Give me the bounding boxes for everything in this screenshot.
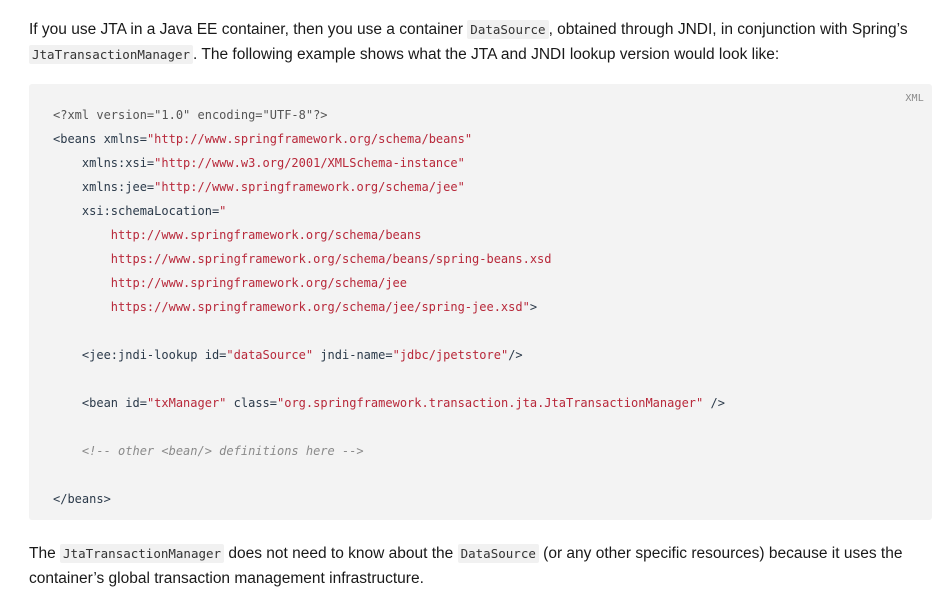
code-line-6: http://www.springframework.org/schema/be…: [53, 223, 725, 247]
code-line-3: xmlns:xsi="http://www.w3.org/2001/XMLSch…: [53, 151, 725, 175]
code-line-15: <!-- other <bean/> definitions here -->: [53, 439, 725, 463]
jndi-id-value: "dataSource": [226, 348, 314, 362]
schema-beans-url: http://www.springframework.org/schema/be…: [53, 228, 422, 242]
bean-id-attr: id=: [118, 396, 147, 410]
bean-class-attr: class=: [226, 396, 277, 410]
beans-close-tag: </beans>: [53, 492, 111, 506]
intro-text-1: If you use JTA in a Java EE container, t…: [29, 21, 468, 38]
xml-declaration: <?xml version="1.0" encoding="UTF-8"?>: [53, 108, 328, 122]
outro-text-2: does not need to know about the: [224, 545, 458, 562]
intro-text-3: . The following example shows what the J…: [193, 46, 780, 63]
documentation-page: If you use JTA in a Java EE container, t…: [0, 0, 949, 595]
inline-code-jtatransactionmanager: JtaTransactionManager: [29, 45, 194, 64]
code-line-4: xmlns:jee="http://www.springframework.or…: [53, 175, 725, 199]
xmlns-attr: xmlns=: [96, 132, 147, 146]
xmlns-value: "http://www.springframework.org/schema/b…: [146, 132, 473, 146]
code-line-11: <jee:jndi-lookup id="dataSource" jndi-na…: [53, 343, 725, 367]
schema-jee-url: http://www.springframework.org/schema/je…: [53, 276, 408, 290]
code-line-1: <?xml version="1.0" encoding="UTF-8"?>: [53, 103, 725, 127]
jndi-name-attr: jndi-name=: [313, 348, 393, 362]
code-line-8: http://www.springframework.org/schema/je…: [53, 271, 725, 295]
xml-comment: <!-- other <bean/> definitions here -->: [53, 444, 364, 458]
inline-code-datasource: DataSource: [467, 20, 549, 39]
xml-code-block[interactable]: XML <?xml version="1.0" encoding="UTF-8"…: [29, 84, 932, 520]
xmlns-xsi-value: "http://www.w3.org/2001/XMLSchema-instan…: [154, 156, 465, 170]
schema-location-attr: xsi:schemaLocation=: [53, 204, 220, 218]
code-line-13: <bean id="txManager" class="org.springfr…: [53, 391, 725, 415]
outro-text-1: The: [29, 545, 61, 562]
code-line-9: https://www.springframework.org/schema/j…: [53, 295, 725, 319]
inline-code-datasource-2: DataSource: [457, 544, 539, 563]
bean-tag: <bean: [53, 396, 119, 410]
schema-beans-xsd-url: https://www.springframework.org/schema/b…: [53, 252, 552, 266]
xmlns-xsi-attr: xmlns:xsi=: [53, 156, 155, 170]
code-language-label: XML: [905, 93, 924, 104]
xmlns-jee-value: "http://www.springframework.org/schema/j…: [154, 180, 465, 194]
code-line-5: xsi:schemaLocation=": [53, 199, 725, 223]
intro-text-2: , obtained through JNDI, in conjunction …: [548, 21, 908, 38]
jndi-lookup-tag: <jee:jndi-lookup: [53, 348, 198, 362]
code-line-2: <beans xmlns="http://www.springframework…: [53, 127, 725, 151]
beans-open-tag-close: >: [529, 300, 538, 314]
schema-location-open-quote: ": [219, 204, 227, 218]
bean-id-value: "txManager": [146, 396, 227, 410]
code-line-7: https://www.springframework.org/schema/b…: [53, 247, 725, 271]
bean-class-value: "org.springframework.transaction.jta.Jta…: [277, 396, 704, 410]
xml-code[interactable]: <?xml version="1.0" encoding="UTF-8"?> <b…: [53, 103, 725, 511]
jndi-lookup-tag-end: />: [508, 348, 523, 362]
code-line-17: </beans>: [53, 487, 725, 511]
jndi-name-value: "jdbc/jpetstore": [392, 348, 509, 362]
outro-paragraph: The JtaTransactionManager does not need …: [29, 541, 929, 591]
bean-tag-end: />: [703, 396, 725, 410]
schema-jee-xsd-url: https://www.springframework.org/schema/j…: [53, 300, 530, 314]
jndi-id-attr: id=: [197, 348, 227, 362]
inline-code-jtatransactionmanager-2: JtaTransactionManager: [60, 544, 225, 563]
xmlns-jee-attr: xmlns:jee=: [53, 180, 155, 194]
intro-paragraph: If you use JTA in a Java EE container, t…: [29, 17, 929, 67]
beans-open-tag: <beans: [53, 132, 97, 146]
